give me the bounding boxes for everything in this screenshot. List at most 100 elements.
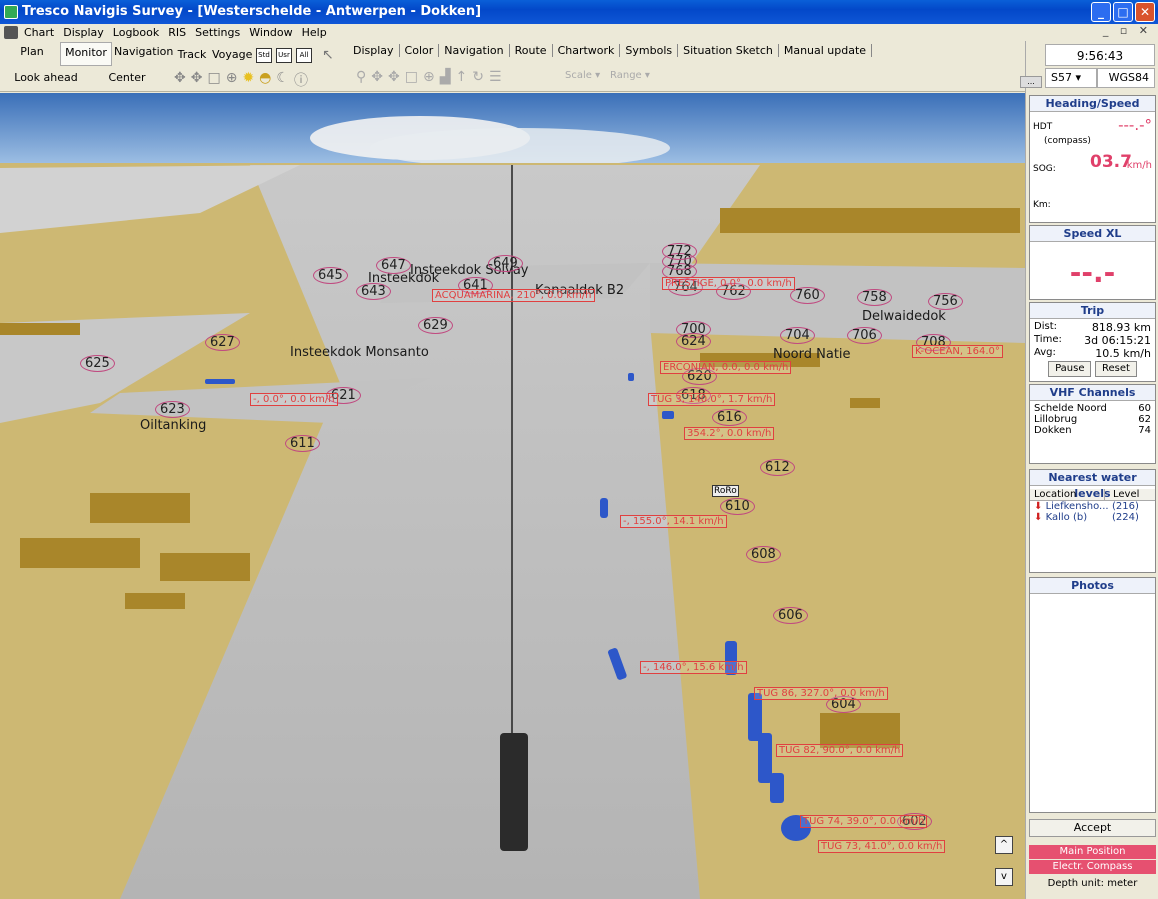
tab-manual-update[interactable]: Manual update [779,44,873,57]
title-bar: Tresco Navigis Survey - [Westerschelde -… [0,0,1158,24]
vessel-label[interactable]: TUG 86, 327.0°, 0.0 km/h [754,687,888,700]
look-ahead-button[interactable]: Look ahead [8,68,84,88]
rotate-icon[interactable]: ↻ [472,69,484,85]
sog-label: SOG: [1033,164,1056,174]
range-dropdown[interactable]: Range ▾ [610,70,650,81]
water-row[interactable]: ⬇ Liefkensho... (216) [1030,501,1155,512]
cloud-2 [370,128,670,168]
tab-color[interactable]: Color [400,44,440,57]
binoculars-icon[interactable]: ⚲ [356,69,366,85]
arrow-down-icon: ⬇ [1034,501,1043,512]
usr-button[interactable]: Usr [276,48,292,63]
map-label: Oiltanking [140,418,207,433]
vessel-label[interactable]: -, 0.0°, 0.0 km/h [250,393,338,406]
vessel-label[interactable]: PRESTIGE, 0.0°, 0.0 km/h [662,277,795,290]
target-icon-2[interactable]: ⊕ [423,69,435,85]
maximize-button[interactable]: □ [1113,2,1133,22]
navigation-button[interactable]: Navigation [114,42,173,62]
app-icon [4,5,18,19]
menu-help[interactable]: Help [302,26,327,39]
layers-icon[interactable]: ☰ [489,69,502,85]
km-marker: 606 [773,607,808,624]
zoom-box-icon-2[interactable]: □ [405,69,418,85]
zoom-box-icon[interactable]: □ [207,70,220,90]
monitor-button[interactable]: Monitor [60,42,112,66]
accept-button[interactable]: Accept [1029,819,1156,837]
menu-settings[interactable]: Settings [195,26,240,39]
tab-display[interactable]: Display [348,44,400,57]
document-icon[interactable] [4,26,18,39]
pan-alt-icon[interactable]: ✥ [191,70,203,90]
tab-navigation[interactable]: Navigation [439,44,510,57]
sun-icon[interactable]: ✹ [242,70,254,90]
vessel-9 [628,373,634,381]
hdt-label: HDT [1033,122,1053,132]
col-location[interactable]: Location [1030,489,1105,500]
reset-button[interactable]: Reset [1094,361,1137,377]
col-level[interactable]: Level [1105,489,1139,500]
building-4 [125,593,185,609]
vessel-5 [758,733,772,783]
vessel-label[interactable]: -, 146.0°, 15.6 km/h [640,661,747,674]
building-8 [0,323,80,335]
menu-window[interactable]: Window [249,26,292,39]
km-marker: 647 [376,257,411,274]
tab-symbols[interactable]: Symbols [620,44,679,57]
pan-icon[interactable]: ✥ [174,70,186,90]
close-button[interactable]: ✕ [1135,2,1155,22]
plan-button[interactable]: Plan [8,42,56,62]
menu-chart[interactable]: Chart [24,26,54,39]
buildings-icon[interactable]: ▟ [440,69,451,85]
vessel-label[interactable]: TUG 3, 140.0°, 1.7 km/h [648,393,776,406]
vessel-label[interactable]: TUG 73, 41.0°, 0.0 km/h [818,840,946,853]
vessel-label[interactable]: K-OCEAN, 164.0° [912,345,1003,358]
km-marker: 627 [205,334,240,351]
tab-situation-sketch[interactable]: Situation Sketch [678,44,779,57]
vessel-label[interactable]: -, 155.0°, 14.1 km/h [620,515,727,528]
arrow-up-icon[interactable]: ↑ [455,69,467,85]
trip-panel: Trip Dist: 818.93 km Time: 3d 06:15:21 Avg… [1029,302,1156,382]
sog-unit: km/h [1126,160,1152,171]
speed-xl-value: --.- [1069,256,1116,289]
trip-time: 3d 06:15:21 [1084,334,1151,347]
toolbar: Plan Monitor Navigation Look ahead Cente… [0,41,1025,104]
vessel-label[interactable]: ERCONIAN, 0.0, 0.0 km/h [660,361,792,374]
display-tools: ⚲ ✥ ✥ □ ⊕ ▟ ↑ ↻ ☰ [356,69,502,85]
vessel-label[interactable]: TUG 74, 39.0°, 0.0 km/h [800,815,928,828]
pan-icon-3[interactable]: ✥ [388,69,400,85]
pan-icon-2[interactable]: ✥ [371,69,383,85]
more-button[interactable]: ... [1020,76,1042,88]
all-button[interactable]: All [296,48,312,63]
roro-sign: RoRo [712,485,739,497]
menu-ris[interactable]: RIS [168,26,186,39]
moon-icon[interactable]: ☾ [276,70,289,90]
minimize-button[interactable]: _ [1091,2,1111,22]
vessel-label[interactable]: 354.2°, 0.0 km/h [684,427,775,440]
menu-display[interactable]: Display [63,26,104,39]
scale-dropdown[interactable]: Scale ▾ [565,70,600,81]
voyage-button[interactable]: Voyage [212,45,252,65]
std-button[interactable]: Std [256,48,272,63]
track-button[interactable]: Track [176,45,208,65]
water-row[interactable]: ⬇ Kallo (b) (224) [1030,512,1155,523]
s57-dropdown[interactable]: S57 ▾ [1045,68,1097,88]
vessel-label[interactable]: TUG 82, 90.0°, 0.0 km/h [776,744,904,757]
3d-chart-view[interactable]: Insteekdok Insteekdok Solvay Kanaaldok B… [0,93,1025,899]
vessel-label[interactable]: ACQUAMARINA, 210°, 0.0 km/h [432,289,595,302]
hdt-value: ---.-° [1118,116,1152,134]
tab-route[interactable]: Route [510,44,553,57]
menu-logbook[interactable]: Logbook [113,26,159,39]
window-title: Tresco Navigis Survey - [Westerschelde -… [22,4,482,19]
pointer-icon[interactable]: ↖ [322,47,334,63]
menu-bar: Chart Display Logbook RIS Settings Windo… [0,24,1158,41]
info-icon[interactable]: ⓘ [294,70,308,90]
scroll-up-button[interactable]: ^ [995,836,1013,854]
target-icon[interactable]: ⊕ [226,70,238,90]
vhf-channel: 62 [1138,414,1151,425]
scroll-down-button[interactable]: v [995,868,1013,886]
pause-button[interactable]: Pause [1048,361,1092,377]
mdi-controls[interactable]: _ ▫ ✕ [1103,24,1152,37]
trip-time-label: Time: [1034,334,1062,345]
dusk-icon[interactable]: ◓ [259,70,271,90]
tab-chartwork[interactable]: Chartwork [553,44,621,57]
